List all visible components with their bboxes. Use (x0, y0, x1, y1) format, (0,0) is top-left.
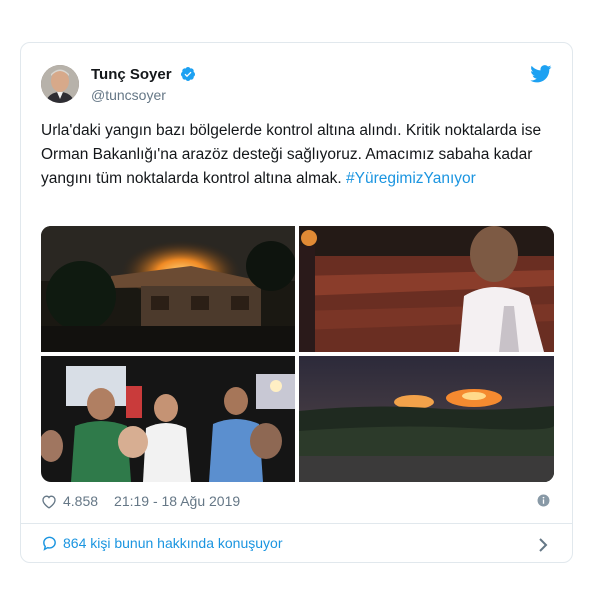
hashtag-link[interactable]: #YüregimizYanıyor (346, 170, 476, 187)
conversation-label[interactable]: 864 kişi bunun hakkında konuşuyor (63, 535, 282, 551)
author-handle[interactable]: @tuncsoyer (91, 87, 166, 103)
chevron-right-icon[interactable] (538, 537, 548, 553)
verified-badge-icon (180, 67, 195, 81)
tweet-meta: 4.858 21:19 - 18 Ağu 2019 (41, 493, 240, 509)
avatar[interactable] (41, 65, 79, 103)
photo-hillside-fire[interactable] (299, 356, 554, 482)
photo-house-fire[interactable] (41, 226, 296, 352)
heart-icon[interactable] (41, 494, 57, 509)
photo-field-fire-watcher[interactable] (299, 226, 554, 352)
like-count[interactable]: 4.858 (63, 493, 98, 509)
info-icon[interactable] (537, 494, 550, 507)
media-grid (41, 226, 554, 482)
tweet-text: Urla'daki yangın bazı bölgelerde kontrol… (41, 119, 551, 191)
divider (21, 523, 572, 524)
tweet-card: Tunç Soyer @tuncsoyer Urla'daki yangın b… (20, 42, 573, 563)
conversation-link[interactable]: 864 kişi bunun hakkında konuşuyor (41, 535, 282, 551)
author-name[interactable]: Tunç Soyer (91, 66, 196, 83)
tweet-timestamp[interactable]: 21:19 - 18 Ağu 2019 (114, 493, 240, 509)
reply-bubble-icon (43, 536, 56, 551)
author-name-text[interactable]: Tunç Soyer (91, 66, 172, 83)
photo-crowd-night[interactable] (41, 356, 295, 482)
twitter-bird-icon[interactable] (530, 65, 552, 83)
